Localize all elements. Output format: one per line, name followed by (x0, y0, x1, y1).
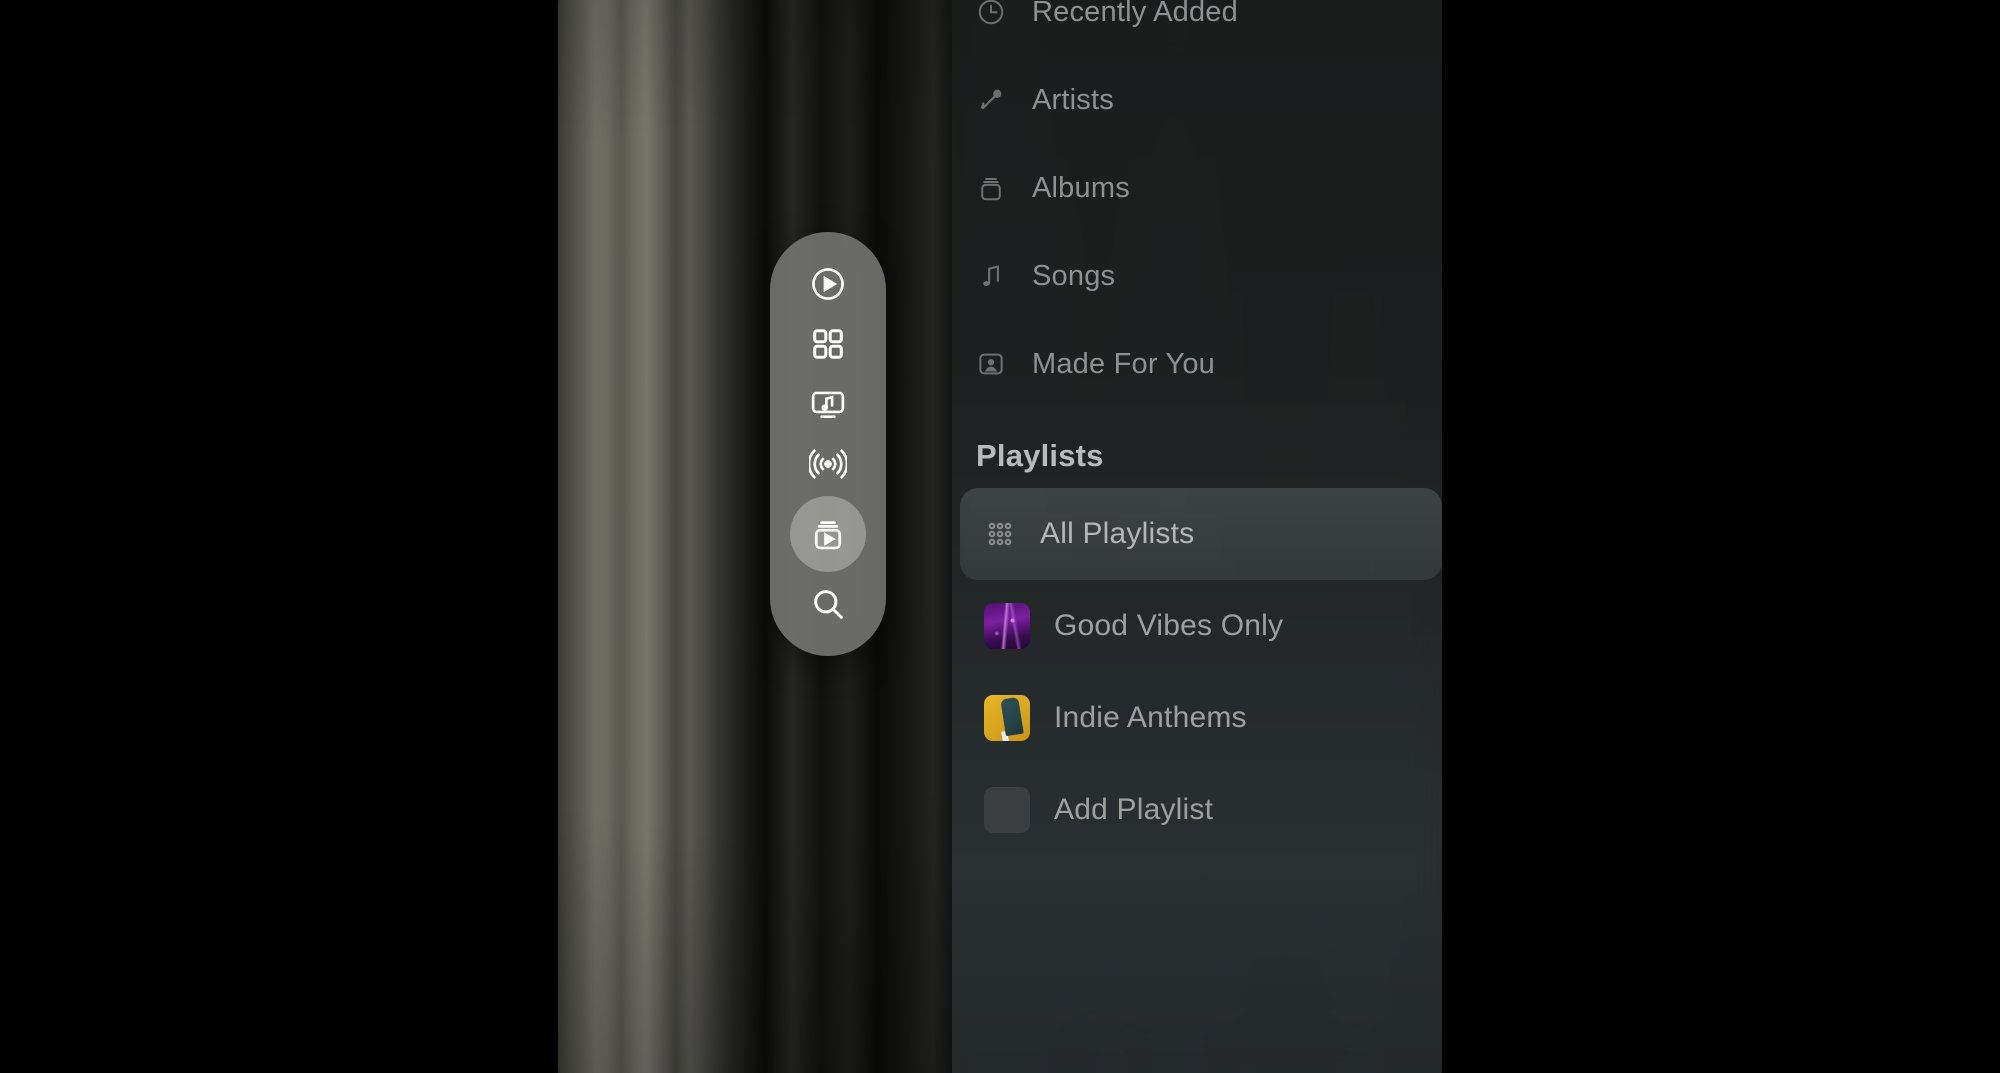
playlist-item-label: Good Vibes Only (1054, 609, 1284, 642)
radio-icon (809, 449, 847, 479)
music-note-icon (976, 261, 1006, 291)
toolbar-button-playlists[interactable] (790, 496, 866, 572)
playlist-item-indie-anthems[interactable]: Indie Anthems (960, 672, 1442, 764)
microphone-icon (976, 85, 1006, 115)
playlist-item-label: Indie Anthems (1054, 701, 1247, 734)
app-window: Recently Added Artists Albums Songs Made… (558, 0, 1442, 1073)
playlist-item-label: All Playlists (1040, 517, 1195, 550)
dot-grid-icon (984, 518, 1016, 550)
sidebar-item-songs[interactable]: Songs (952, 232, 1442, 320)
floating-vertical-toolbar (770, 232, 886, 656)
sidebar-item-made-for-you[interactable]: Made For You (952, 320, 1442, 408)
sidebar-item-recently-added[interactable]: Recently Added (952, 0, 1442, 56)
toolbar-button-radio[interactable] (789, 436, 867, 492)
sidebar-item-label: Recently Added (1032, 0, 1238, 28)
add-playlist-artwork (984, 787, 1030, 833)
person-frame-icon (976, 349, 1006, 379)
playlists-section-header: Playlists (976, 438, 1104, 473)
playlist-item-all-playlists[interactable]: All Playlists (960, 488, 1442, 580)
sidebar-panel: Recently Added Artists Albums Songs Made… (952, 0, 1442, 1073)
sidebar-item-label: Songs (1032, 259, 1116, 292)
playlist-item-label: Add Playlist (1054, 793, 1214, 826)
sidebar-item-albums[interactable]: Albums (952, 144, 1442, 232)
search-icon (814, 590, 843, 619)
toolbar-button-browse[interactable] (789, 316, 867, 372)
sidebar-item-label: Artists (1032, 83, 1114, 116)
playlist-item-good-vibes-only[interactable]: Good Vibes Only (960, 580, 1442, 672)
playlist-artwork (984, 695, 1030, 741)
sidebar-item-label: Made For You (1032, 347, 1215, 380)
toolbar-button-now-playing[interactable] (789, 256, 867, 312)
toolbar-button-search[interactable] (789, 576, 867, 632)
toolbar-button-music-videos[interactable] (789, 376, 867, 432)
music-video-icon (811, 391, 845, 419)
play-circle-icon (812, 268, 844, 300)
grid-icon (813, 329, 843, 359)
album-stack-icon (976, 173, 1006, 203)
sidebar-item-label: Albums (1032, 171, 1130, 204)
clock-icon (976, 0, 1006, 27)
screen-root: Recently Added Artists Albums Songs Made… (0, 0, 2000, 1073)
playlist-artwork (984, 603, 1030, 649)
playlist-item-add-playlist[interactable]: Add Playlist (960, 764, 1442, 856)
playlist-stack-icon (814, 521, 842, 550)
sidebar-item-artists[interactable]: Artists (952, 56, 1442, 144)
